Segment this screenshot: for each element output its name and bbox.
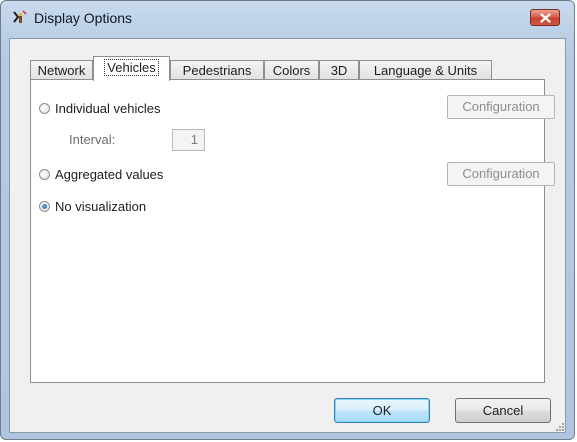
- tab-language-units[interactable]: Language & Units: [359, 60, 492, 80]
- no-visualization-option[interactable]: No visualization: [39, 197, 146, 215]
- individual-vehicles-option[interactable]: Individual vehicles: [39, 99, 161, 117]
- individual-vehicles-radio[interactable]: [39, 102, 50, 114]
- display-options-app-icon: [13, 10, 27, 23]
- aggregated-values-label: Aggregated values: [55, 166, 164, 182]
- title-bar[interactable]: Display Options: [1, 1, 574, 31]
- tab-colors[interactable]: Colors: [264, 60, 319, 80]
- individual-vehicles-label: Individual vehicles: [55, 100, 161, 116]
- tab-vehicles-label: Vehicles: [104, 59, 159, 76]
- vehicles-tab-panel: Individual vehicles Configuration Interv…: [30, 79, 555, 383]
- no-visualization-radio[interactable]: [39, 200, 50, 212]
- aggregated-values-configuration-button[interactable]: Configuration: [447, 162, 555, 186]
- close-button[interactable]: [530, 9, 560, 26]
- window-title: Display Options: [34, 10, 133, 26]
- no-visualization-label: No visualization: [55, 198, 147, 214]
- tab-strip: Network Vehicles Pedestrians Colors 3D L…: [30, 56, 530, 81]
- dialog-client-area: Network Vehicles Pedestrians Colors 3D L…: [9, 38, 566, 433]
- tab-pedestrians[interactable]: Pedestrians: [170, 60, 264, 80]
- aggregated-values-option[interactable]: Aggregated values: [39, 165, 163, 183]
- ok-button[interactable]: OK: [334, 398, 430, 423]
- aggregated-values-radio[interactable]: [39, 168, 50, 180]
- close-icon: [540, 13, 551, 23]
- dialog-window: Display Options Network Vehicles Pedestr…: [0, 0, 575, 440]
- interval-input[interactable]: 1: [172, 129, 205, 151]
- tab-vehicles[interactable]: Vehicles: [93, 56, 170, 81]
- resize-grip-icon[interactable]: [554, 421, 564, 431]
- tab-3d[interactable]: 3D: [319, 60, 359, 80]
- cancel-button[interactable]: Cancel: [455, 398, 551, 423]
- individual-vehicles-configuration-button[interactable]: Configuration: [447, 95, 555, 119]
- tab-network[interactable]: Network: [30, 60, 93, 80]
- interval-label: Interval:: [69, 132, 116, 147]
